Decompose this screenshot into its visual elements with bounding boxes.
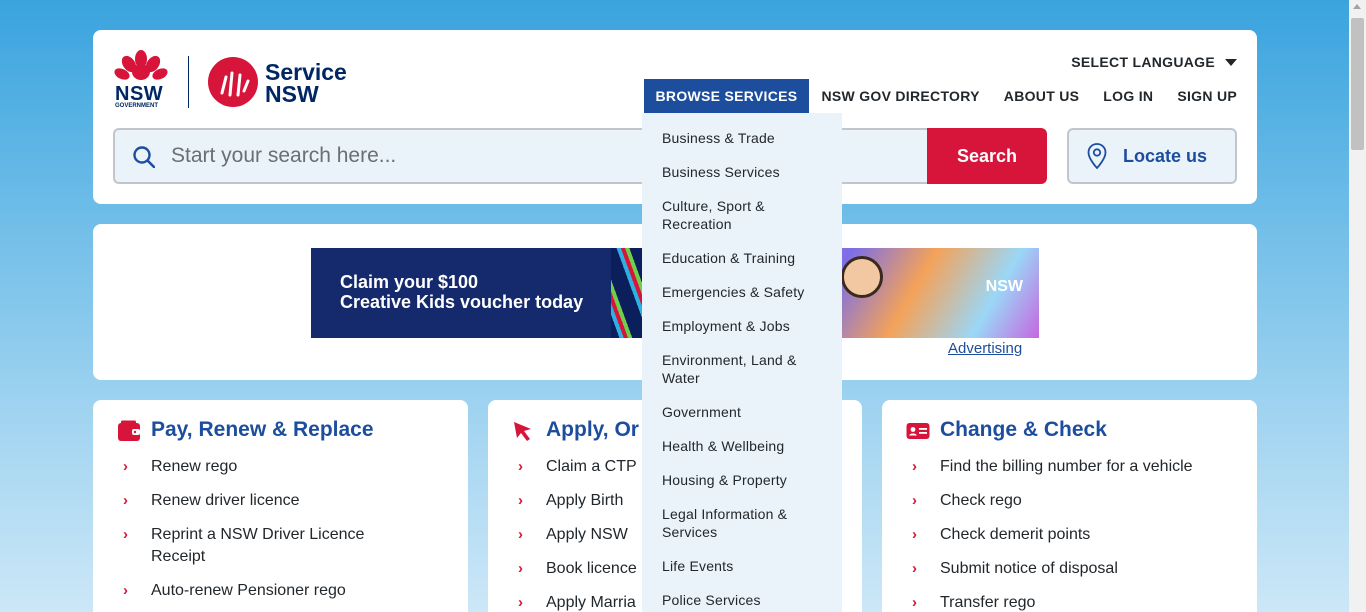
nav-about-us[interactable]: ABOUT US bbox=[992, 79, 1092, 113]
menu-item-health-wellbeing[interactable]: Health & Wellbeing bbox=[642, 437, 842, 455]
list-item[interactable]: › Submit notice of disposal bbox=[912, 558, 1212, 580]
menu-item-emergencies-safety[interactable]: Emergencies & Safety bbox=[642, 283, 842, 301]
chevron-right-icon: › bbox=[123, 492, 128, 509]
advertising-link[interactable]: Advertising bbox=[948, 340, 1022, 357]
service-nsw-line2: NSW bbox=[265, 81, 319, 107]
menu-item-environment-land-water[interactable]: Environment, Land & Water bbox=[642, 351, 842, 387]
banner-nsw-logo: NSW bbox=[985, 278, 1023, 295]
list-item-label: Reprint a NSW Driver Licence Receipt bbox=[151, 526, 365, 565]
locate-us-button[interactable]: Locate us bbox=[1067, 128, 1237, 184]
menu-item-life-events[interactable]: Life Events bbox=[642, 557, 842, 575]
banner-child-image bbox=[841, 256, 883, 298]
search-button[interactable]: Search bbox=[927, 128, 1047, 184]
list-item-label: Check rego bbox=[940, 492, 1022, 509]
cursor-icon bbox=[514, 422, 531, 441]
locate-us-label: Locate us bbox=[1123, 145, 1208, 166]
chevron-right-icon: › bbox=[912, 594, 917, 611]
menu-item-education-training[interactable]: Education & Training bbox=[642, 249, 842, 267]
list-item-label: Transfer rego bbox=[940, 594, 1036, 611]
chevron-down-icon bbox=[1225, 58, 1237, 66]
list-item-label: Book licence bbox=[546, 560, 637, 577]
chevron-right-icon: › bbox=[518, 594, 523, 611]
list-item-label: Apply Birth bbox=[546, 492, 624, 509]
top-navigation: BROWSE SERVICES NSW GOV DIRECTORY ABOUT … bbox=[643, 79, 1238, 113]
chevron-right-icon: › bbox=[123, 458, 128, 475]
list-item[interactable]: › Check rego bbox=[912, 490, 1212, 512]
scroll-up-arrow-icon[interactable] bbox=[1353, 4, 1361, 9]
select-language-dropdown[interactable]: SELECT LANGUAGE bbox=[1071, 54, 1237, 70]
list-item[interactable]: › Renew driver licence bbox=[123, 490, 423, 512]
nsw-government-text: GOVERNMENT bbox=[115, 103, 159, 109]
list-item-label: Renew rego bbox=[151, 458, 238, 475]
nav-sign-up[interactable]: SIGN UP bbox=[1165, 79, 1237, 113]
nav-log-in[interactable]: LOG IN bbox=[1091, 79, 1165, 113]
list-item[interactable]: › Reprint a NSW Driver Licence Receipt bbox=[123, 524, 423, 568]
menu-item-housing-property[interactable]: Housing & Property bbox=[642, 471, 842, 489]
banner-line2: Creative Kids voucher today bbox=[340, 292, 584, 312]
id-card-icon bbox=[906, 423, 930, 439]
list-item[interactable]: › Check demerit points bbox=[912, 524, 1212, 546]
change-check-card: Change & Check › Find the billing number … bbox=[882, 400, 1257, 612]
chevron-right-icon: › bbox=[518, 492, 523, 509]
list-item-label: Check demerit points bbox=[940, 526, 1091, 543]
link-list: › Renew rego › Renew driver licence › Repri… bbox=[123, 456, 423, 612]
list-item-label: Apply Marria bbox=[546, 594, 636, 611]
list-item[interactable]: › Transfer rego bbox=[912, 592, 1212, 612]
chevron-right-icon: › bbox=[123, 582, 128, 599]
menu-item-legal-information-services[interactable]: Legal Information & Services bbox=[642, 505, 842, 541]
list-item[interactable]: › Auto-renew Pensioner rego bbox=[123, 580, 423, 602]
menu-item-business-trade[interactable]: Business & Trade bbox=[642, 129, 842, 147]
banner-line1: Claim your $100 bbox=[340, 272, 479, 292]
list-item-label: Submit notice of disposal bbox=[940, 560, 1118, 577]
menu-item-employment-jobs[interactable]: Employment & Jobs bbox=[642, 317, 842, 335]
list-item-label: Renew driver licence bbox=[151, 492, 300, 509]
chevron-right-icon: › bbox=[912, 492, 917, 509]
chevron-right-icon: › bbox=[518, 458, 523, 475]
list-item-label: Find the billing number for a vehicle bbox=[940, 458, 1193, 475]
service-nsw-emblem-icon bbox=[208, 57, 258, 107]
column-title: Apply, Or bbox=[546, 418, 639, 441]
menu-item-culture-sport-recreation[interactable]: Culture, Sport & Recreation bbox=[642, 197, 842, 233]
service-nsw-line1: Service bbox=[265, 59, 347, 85]
chevron-right-icon: › bbox=[912, 560, 917, 577]
list-item[interactable]: › Renew rego bbox=[123, 456, 423, 478]
column-title: Change & Check bbox=[940, 418, 1107, 441]
list-item-label: Claim a CTP bbox=[546, 458, 637, 475]
logo-divider bbox=[188, 56, 189, 108]
column-title: Pay, Renew & Replace bbox=[151, 418, 374, 441]
menu-item-police-services[interactable]: Police Services bbox=[642, 591, 842, 609]
search-icon bbox=[133, 146, 155, 168]
chevron-right-icon: › bbox=[518, 560, 523, 577]
chevron-right-icon: › bbox=[123, 526, 128, 543]
menu-item-government[interactable]: Government bbox=[642, 403, 842, 421]
location-pin-icon bbox=[1087, 143, 1107, 169]
banner-headline: Claim your $100 Creative Kids voucher to… bbox=[340, 272, 583, 312]
scrollbar-thumb[interactable] bbox=[1351, 18, 1364, 150]
list-item-label: Apply NSW bbox=[546, 526, 628, 543]
menu-item-business-services[interactable]: Business Services bbox=[642, 163, 842, 181]
service-nsw-wordmark: Service NSW bbox=[265, 59, 347, 107]
select-language-label: SELECT LANGUAGE bbox=[1071, 54, 1215, 70]
browse-services-menu: Business & Trade Business Services Cultu… bbox=[642, 113, 842, 612]
page-scrollbar[interactable] bbox=[1349, 0, 1366, 612]
chevron-right-icon: › bbox=[912, 526, 917, 543]
list-item[interactable]: › Find the billing number for a vehicle bbox=[912, 456, 1212, 478]
wallet-icon bbox=[118, 420, 140, 441]
list-item-label: Auto-renew Pensioner rego bbox=[151, 582, 346, 599]
nav-nsw-gov-directory[interactable]: NSW GOV DIRECTORY bbox=[809, 79, 991, 113]
chevron-right-icon: › bbox=[912, 458, 917, 475]
chevron-right-icon: › bbox=[518, 526, 523, 543]
link-list: › Find the billing number for a vehicle ›… bbox=[912, 456, 1212, 612]
pay-renew-replace-card: Pay, Renew & Replace › Renew rego › Renew … bbox=[93, 400, 468, 612]
nav-browse-services[interactable]: BROWSE SERVICES bbox=[643, 79, 810, 113]
